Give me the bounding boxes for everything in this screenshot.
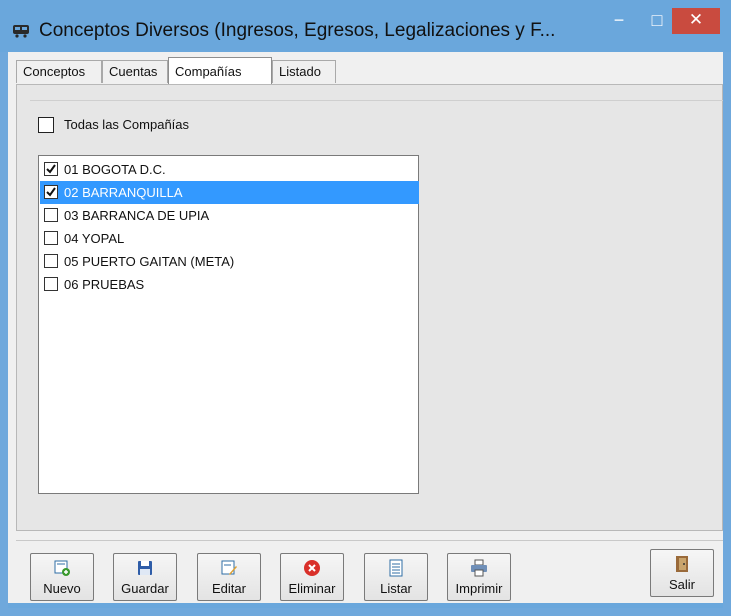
company-label: 05 PUERTO GAITAN (META)	[64, 254, 235, 269]
company-item[interactable]: 06 PRUEBAS	[40, 273, 419, 296]
tab-cuentas[interactable]: Cuentas	[102, 60, 168, 83]
panel-divider	[30, 100, 723, 101]
company-label: 04 YOPAL	[64, 231, 125, 246]
list-icon	[387, 559, 405, 577]
tab-companias[interactable]: Compañías	[168, 57, 272, 84]
todas-companias-checkbox[interactable]	[38, 117, 54, 133]
new-document-icon	[53, 559, 71, 577]
app-window: Conceptos Diversos (Ingresos, Egresos, L…	[0, 0, 731, 616]
bus-icon	[12, 24, 30, 38]
title-bar[interactable]: Conceptos Diversos (Ingresos, Egresos, L…	[0, 0, 731, 52]
bottom-frame-edge	[8, 603, 723, 608]
company-item[interactable]: 01 BOGOTA D.C.	[40, 158, 419, 181]
company-label: 06 PRUEBAS	[64, 277, 145, 292]
company-item[interactable]: 04 YOPAL	[40, 227, 419, 250]
guardar-button[interactable]: Guardar	[113, 553, 177, 601]
edit-icon	[220, 559, 238, 577]
companies-listbox[interactable]: 01 BOGOTA D.C. 02 BARRANQUILLA 03 BARRAN…	[38, 155, 419, 494]
company-checkbox[interactable]	[44, 254, 58, 268]
nuevo-label: Nuevo	[43, 581, 81, 596]
eliminar-button[interactable]: Eliminar	[280, 553, 344, 601]
company-checkbox[interactable]	[44, 231, 58, 245]
editar-button[interactable]: Editar	[197, 553, 261, 601]
company-checkbox[interactable]	[44, 185, 58, 199]
listar-label: Listar	[380, 581, 412, 596]
company-item[interactable]: 05 PUERTO GAITAN (META)	[40, 250, 419, 273]
minimize-button[interactable]: −	[606, 8, 632, 34]
tab-listado[interactable]: Listado	[272, 60, 336, 83]
company-checkbox[interactable]	[44, 208, 58, 222]
nuevo-button[interactable]: Nuevo	[30, 553, 94, 601]
company-label: 02 BARRANQUILLA	[64, 185, 183, 200]
delete-icon	[303, 559, 321, 577]
exit-door-icon	[673, 555, 691, 573]
maximize-button[interactable]: □	[644, 8, 670, 34]
todas-companias-label[interactable]: Todas las Compañías	[64, 117, 189, 132]
window-title: Conceptos Diversos (Ingresos, Egresos, L…	[39, 20, 556, 41]
imprimir-button[interactable]: Imprimir	[447, 553, 511, 601]
company-checkbox[interactable]	[44, 162, 58, 176]
save-icon	[136, 559, 154, 577]
close-button[interactable]: ✕	[672, 8, 720, 34]
company-item[interactable]: 02 BARRANQUILLA	[40, 181, 419, 204]
company-label: 01 BOGOTA D.C.	[64, 162, 166, 177]
tab-conceptos[interactable]: Conceptos	[16, 60, 102, 83]
salir-label: Salir	[668, 577, 695, 592]
editar-label: Editar	[212, 581, 246, 596]
eliminar-label: Eliminar	[288, 581, 336, 596]
listar-button[interactable]: Listar	[364, 553, 428, 601]
guardar-label: Guardar	[121, 581, 169, 596]
printer-icon	[470, 559, 488, 577]
company-label: 03 BARRANCA DE UPIA	[64, 208, 210, 223]
company-checkbox[interactable]	[44, 277, 58, 291]
imprimir-label: Imprimir	[455, 581, 503, 596]
company-item[interactable]: 03 BARRANCA DE UPIA	[40, 204, 419, 227]
salir-button[interactable]: Salir	[650, 549, 714, 597]
